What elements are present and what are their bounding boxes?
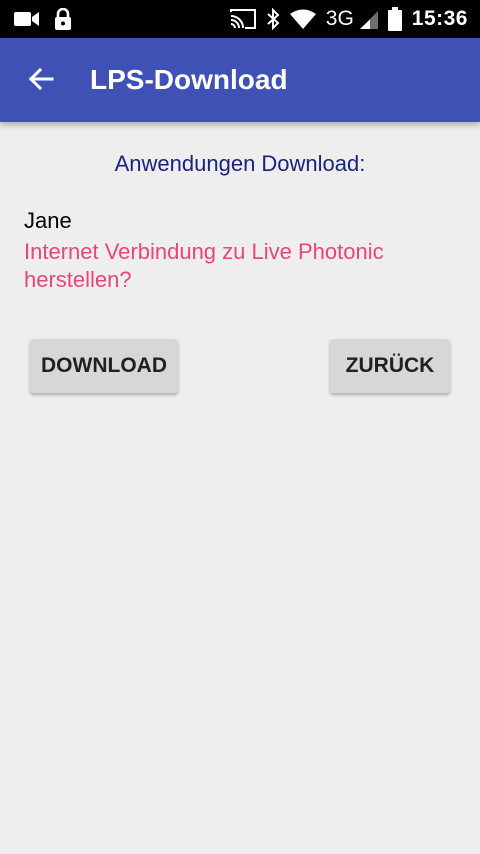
bluetooth-icon <box>266 8 280 30</box>
cell-signal-icon <box>359 9 378 29</box>
wifi-icon <box>289 9 316 29</box>
video-camera-icon <box>14 10 40 28</box>
status-bar: 3G 15:36 <box>0 0 480 38</box>
lock-icon <box>54 8 72 30</box>
page-heading: Anwendungen Download: <box>114 151 366 176</box>
cast-icon <box>229 9 256 29</box>
connection-message: Internet Verbindung zu Live Photonic her… <box>24 239 384 292</box>
back-navigation-button[interactable] <box>24 64 58 98</box>
user-name: Jane <box>24 208 72 233</box>
clock: 15:36 <box>411 7 468 30</box>
download-button[interactable]: DOWNLOAD <box>30 339 178 393</box>
status-bar-left <box>14 8 72 30</box>
network-label: 3G <box>325 7 354 30</box>
arrow-back-icon <box>28 67 54 96</box>
app-bar: LPS-Download <box>0 38 480 122</box>
status-bar-right: 3G 15:36 <box>229 6 468 32</box>
battery-icon <box>387 7 402 31</box>
back-button[interactable]: ZURÜCK <box>330 339 450 393</box>
app-title: LPS-Download <box>90 64 288 95</box>
